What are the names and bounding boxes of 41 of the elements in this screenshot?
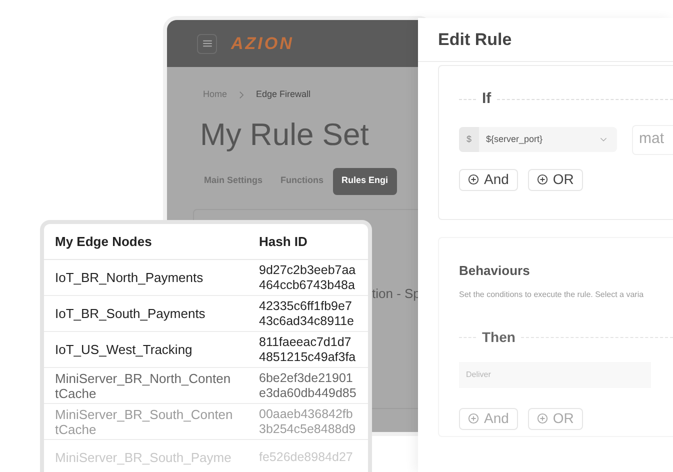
table-cell-text: IoT_BR_North_Payments xyxy=(54,270,204,285)
hash-cell-text: 00aaeb436842fb 3b254c5e8488d9 xyxy=(258,406,356,436)
tab[interactable]: Main Settings xyxy=(195,168,272,194)
operator-field[interactable]: mat xyxy=(632,124,673,154)
plus-circle-icon xyxy=(536,413,548,424)
column-header: My Edge Nodes xyxy=(54,232,153,251)
section-description: Set the conditions to execute the rule. Select a varia xyxy=(459,288,645,300)
plus-circle-icon xyxy=(468,174,479,185)
menu-icon xyxy=(202,40,212,47)
plus-circle-icon xyxy=(468,413,479,424)
table-cell-text: IoT_BR_South_Payments xyxy=(54,306,206,321)
page-title: My Rule Set xyxy=(199,116,370,154)
section-heading: If xyxy=(481,89,492,109)
logo: AZION xyxy=(231,32,294,55)
add-condition-button[interactable]: And xyxy=(459,168,518,190)
hash-cell-text: 9d27c2b3eeb7aa 464ccb6743b48a xyxy=(258,262,356,292)
chevron-down-icon xyxy=(600,137,607,142)
prefix-label: $ xyxy=(459,127,479,152)
section-title: Behaviours xyxy=(459,262,531,280)
breadcrumb-link[interactable]: Home xyxy=(203,88,228,102)
hash-cell-text: 811faeeac7d1d7 4851215c49af3fa xyxy=(258,334,356,364)
column-header: Hash ID xyxy=(258,232,308,251)
tab[interactable]: Rules Engi xyxy=(332,168,398,194)
panel-title: Edit Rule xyxy=(438,28,512,51)
table-cell-text: MiniServer_BR_North_ContentCache xyxy=(54,370,232,400)
table-cell-text: MiniServer_BR_South_ContentCache xyxy=(54,406,234,436)
tab[interactable]: Functions xyxy=(272,168,333,194)
table-cell-text: IoT_US_West_Tracking xyxy=(54,342,194,357)
hash-cell-text: 42335c6ff1fb9e7 43c6ad34c8911e xyxy=(258,298,354,328)
chevron-right-icon xyxy=(239,90,244,99)
breadcrumb-link[interactable]: Edge Firewall xyxy=(256,88,311,102)
select-value: ${server_port} xyxy=(485,132,544,146)
behaviour-field[interactable]: Deliver xyxy=(459,362,651,388)
section-heading: Then xyxy=(481,328,516,346)
menu-button[interactable] xyxy=(197,34,217,54)
add-condition-button[interactable]: And xyxy=(459,408,518,430)
variable-select[interactable]: $ ${server_port} xyxy=(459,127,617,152)
add-condition-button[interactable]: OR xyxy=(528,408,583,430)
add-condition-button[interactable]: OR xyxy=(528,168,583,190)
plus-circle-icon xyxy=(536,174,548,185)
hash-cell-text: 6be2ef3de21901 e3da60db449d85 xyxy=(258,370,356,400)
